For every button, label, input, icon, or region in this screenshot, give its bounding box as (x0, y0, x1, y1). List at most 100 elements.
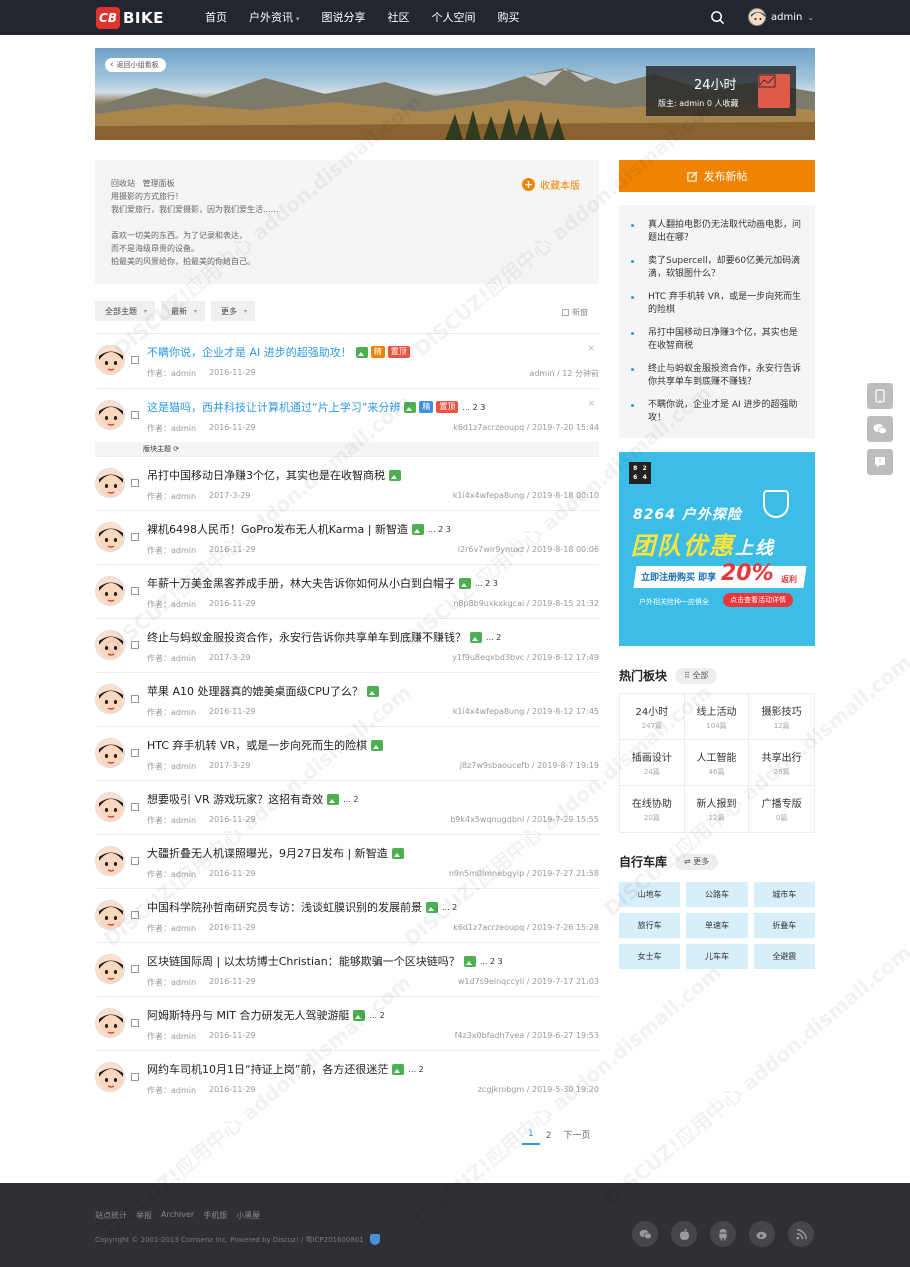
thread-row[interactable]: 想要吸引 VR 游戏玩家？这招有奇效 ... 2 作者：admin 2016-11-2… (95, 780, 599, 834)
thread-author[interactable]: 作者：admin (147, 653, 196, 664)
close-icon[interactable]: × (587, 344, 595, 354)
thread-last-reply[interactable]: n8p8b9uxkxkgcai / 2019-8-15 21:32 (453, 599, 599, 608)
ad-details-button[interactable]: 点击查看活动详情 (723, 593, 793, 607)
hot-thread-item[interactable]: 吊打中国移动日净赚3个亿，其实也是在收智商税 (631, 327, 803, 353)
thread-row[interactable]: 大疆折叠无人机谍照曝光，9月27日发布 | 新智造 作者：admin 2016-11… (95, 834, 599, 888)
thread-last-reply[interactable]: admin / 12 分钟前 (529, 368, 599, 379)
thread-row[interactable]: 苹果 A10 处理器真的媲美桌面级CPU了么？ 作者：admin 2016-11-2… (95, 672, 599, 726)
avatar[interactable] (95, 900, 125, 930)
thread-last-reply[interactable]: zcgjkrobgm / 2019-5-30 19:20 (478, 1085, 599, 1094)
more-bikes-button[interactable]: ⇌ 更多 (675, 853, 719, 870)
thread-row[interactable]: HTC 弃手机转 VR，或是一步向死而生的险棋 作者：admin 2017-3-29… (95, 726, 599, 780)
thread-pages[interactable]: ... 2 (486, 633, 501, 642)
thread-checkbox[interactable] (131, 695, 139, 703)
thread-pages[interactable]: ... 2 (408, 1065, 423, 1074)
filter-more[interactable]: 更多 ▾ (211, 301, 256, 321)
avatar[interactable] (95, 630, 125, 660)
thread-row[interactable]: 年薪十万美金黑客养成手册，林大夫告诉你如何从小白到白帽子 ... 2 3 作者：ad… (95, 564, 599, 618)
thread-title[interactable]: 网约车司机10月1日“持证上岗”前，各方还很迷茫 ... 2 (147, 1061, 424, 1077)
hot-thread-item[interactable]: 真人翻拍电影仍无法取代动画电影，问题出在哪？ (631, 219, 803, 245)
thread-checkbox[interactable] (131, 749, 139, 757)
hot-thread-item[interactable]: 卖了Supercell，却要60亿美元加码滴滴，软银图什么？ (631, 255, 803, 281)
thread-title[interactable]: 这是猫吗，西井科技让计算机通过“片上学习”来分辨 精置顶... 2 3 (147, 399, 485, 415)
thread-pages[interactable]: ... 2 (442, 903, 457, 912)
favorite-forum-button[interactable]: + 收藏本版 (522, 177, 580, 192)
back-to-group-button[interactable]: ‹ 返回小组看板 (105, 58, 166, 72)
footer-android-button[interactable] (710, 1221, 736, 1247)
nav-item-home[interactable]: 首页 (194, 0, 238, 35)
thread-pages[interactable]: ... 2 3 (475, 579, 498, 588)
bike-type-button[interactable]: 旅行车 (619, 913, 681, 938)
site-logo[interactable]: CB BIKE (96, 7, 164, 29)
footer-rss-button[interactable] (788, 1221, 814, 1247)
thread-author[interactable]: 作者：admin (147, 761, 196, 772)
page-1-link[interactable]: 1 (522, 1129, 540, 1145)
thread-author[interactable]: 作者：admin (147, 368, 196, 379)
bike-type-button[interactable]: 折叠车 (753, 913, 815, 938)
thread-checkbox[interactable] (131, 857, 139, 865)
bike-type-button[interactable]: 山地车 (619, 882, 681, 907)
thread-title[interactable]: 中国科学院孙哲南研究员专访：浅谈虹膜识别的发展前景 ... 2 (147, 899, 457, 915)
avatar[interactable] (95, 954, 125, 984)
thread-title[interactable]: 大疆折叠无人机谍照曝光，9月27日发布 | 新智造 (147, 845, 404, 861)
footer-weibo-button[interactable] (749, 1221, 775, 1247)
thread-checkbox[interactable] (131, 911, 139, 919)
board-item[interactable]: 新人报到 12篇 (685, 786, 750, 832)
board-item[interactable]: 插画设计 24篇 (620, 740, 685, 786)
avatar[interactable] (95, 345, 125, 375)
thread-title[interactable]: 不瞒你说，企业才是 AI 进步的超强助攻！ 精置顶 (147, 344, 410, 360)
thread-last-reply[interactable]: f4z3x0bfadh7vea / 2019-6-27 19:53 (455, 1031, 599, 1040)
sticky-thread-row[interactable]: 不瞒你说，企业才是 AI 进步的超强助攻！ 精置顶 作者：admin 2016-11-… (95, 333, 599, 387)
avatar[interactable] (95, 400, 125, 430)
mobile-float-button[interactable] (867, 383, 893, 409)
thread-author[interactable]: 作者：admin (147, 545, 196, 556)
thread-row[interactable]: 区块链国际周 | 以太坊博士Christian：能够欺骗一个区块链吗？ ... 2… (95, 942, 599, 996)
thread-row[interactable]: 阿姆斯特丹与 MIT 合力研发无人驾驶游艇 ... 2 作者：admin 2016-1… (95, 996, 599, 1050)
filter-latest[interactable]: 最新 ▾ (161, 301, 206, 321)
thread-checkbox[interactable] (131, 641, 139, 649)
page-2-link[interactable]: 2 (540, 1131, 558, 1145)
new-window-toggle[interactable]: 新窗 (562, 307, 588, 318)
thread-author[interactable]: 作者：admin (147, 491, 196, 502)
feedback-float-button[interactable] (867, 449, 893, 475)
thread-pages[interactable]: ... 2 (343, 795, 358, 804)
thread-author[interactable]: 作者：admin (147, 815, 196, 826)
thread-checkbox[interactable] (131, 533, 139, 541)
thread-author[interactable]: 作者：admin (147, 977, 196, 988)
search-icon[interactable] (710, 10, 725, 25)
wechat-float-button[interactable] (867, 416, 893, 442)
thread-title[interactable]: HTC 弃手机转 VR，或是一步向死而生的险棋 (147, 737, 384, 753)
all-boards-button[interactable]: ⠿ 全部 (675, 667, 718, 684)
avatar[interactable] (95, 576, 125, 606)
hot-thread-item[interactable]: 不瞒你说，企业才是 AI 进步的超强助攻！ (631, 399, 803, 425)
footer-link-archiver[interactable]: Archiver (161, 1210, 194, 1221)
thread-checkbox[interactable] (131, 965, 139, 973)
bike-type-button[interactable]: 单速车 (686, 913, 748, 938)
new-window-checkbox[interactable] (562, 309, 569, 316)
thread-title[interactable]: 想要吸引 VR 游戏玩家？这招有奇效 ... 2 (147, 791, 358, 807)
nav-item-outdoor-news[interactable]: 户外资讯 ▾ (238, 0, 311, 35)
bike-type-button[interactable]: 儿车车 (686, 944, 748, 969)
thread-last-reply[interactable]: k1i4x4wfepa8ung / 2019-8-12 17:45 (453, 707, 599, 716)
thread-author[interactable]: 作者：admin (147, 923, 196, 934)
footer-link-report[interactable]: 举报 (136, 1210, 152, 1221)
thread-author[interactable]: 作者：admin (147, 1085, 196, 1096)
board-item[interactable]: 人工智能 46篇 (684, 740, 750, 786)
thread-checkbox[interactable] (131, 1073, 139, 1081)
thread-title[interactable]: 区块链国际周 | 以太坊博士Christian：能够欺骗一个区块链吗？ ... 2… (147, 953, 503, 969)
bike-type-button[interactable]: 全避震 (753, 944, 815, 969)
thread-title[interactable]: 终止与蚂蚁金服投资合作，永安行告诉你共享单车到底赚不赚钱？ ... 2 (147, 629, 501, 645)
hot-thread-item[interactable]: 终止与蚂蚁金服投资合作，永安行告诉你共享单车到底赚不赚钱？ (631, 363, 803, 389)
thread-author[interactable]: 作者：admin (147, 707, 196, 718)
thread-checkbox[interactable] (131, 587, 139, 595)
thread-checkbox[interactable] (131, 803, 139, 811)
board-item[interactable]: 线上活动 104篇 (684, 694, 750, 740)
footer-link-blackroom[interactable]: 小黑屋 (236, 1210, 260, 1221)
next-page-link[interactable]: 下一页 (557, 1128, 596, 1145)
avatar[interactable] (95, 684, 125, 714)
thread-last-reply[interactable]: w1d7s9elnqccyli / 2019-7-17 21:03 (458, 977, 599, 986)
footer-link-stats[interactable]: 站点统计 (95, 1210, 127, 1221)
nav-item-buy[interactable]: 购买 (487, 0, 531, 35)
avatar[interactable] (95, 1062, 125, 1092)
thread-title[interactable]: 裸机6498人民币！GoPro发布无人机Karma | 新智造 ... 2 3 (147, 521, 451, 537)
